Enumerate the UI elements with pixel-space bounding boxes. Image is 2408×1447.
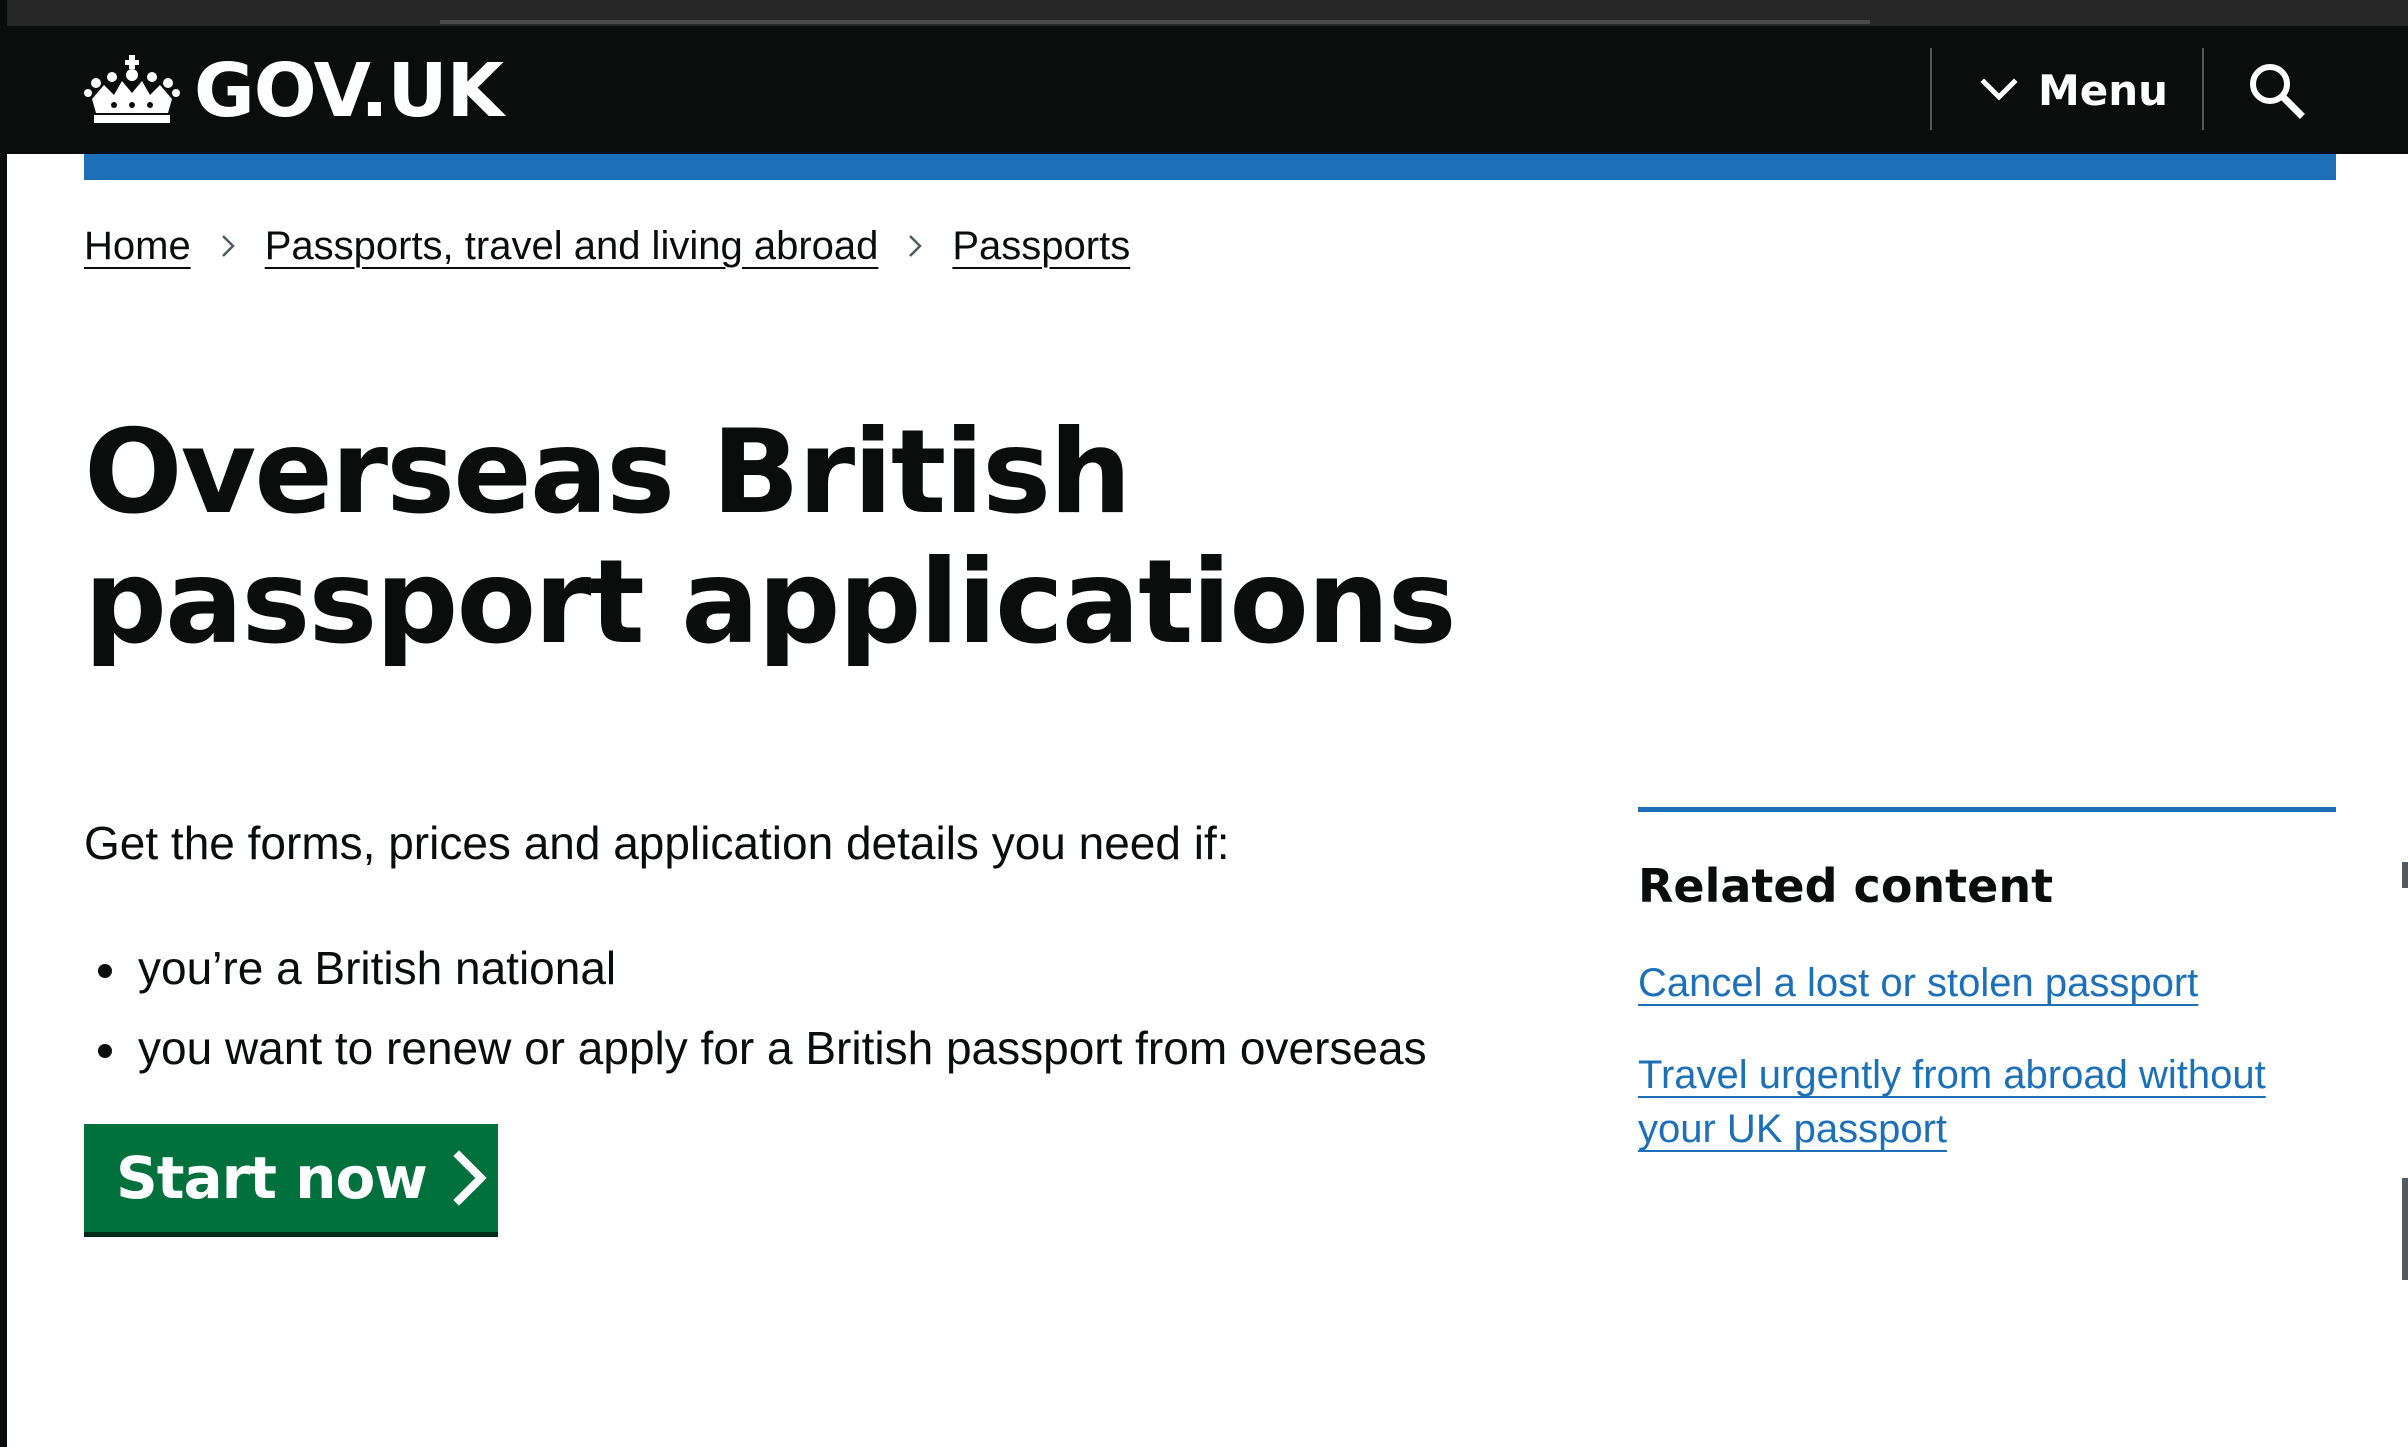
- browser-top-line: [440, 20, 1870, 24]
- search-button[interactable]: [2240, 54, 2312, 126]
- chevron-right-icon: [221, 235, 235, 257]
- menu-label: Menu: [2038, 65, 2169, 115]
- logo-text: GOV.UK: [194, 48, 504, 134]
- scrollbar-mark: [2402, 1178, 2408, 1280]
- eligibility-list: you’re a British national you want to re…: [84, 928, 1427, 1088]
- related-content-title: Related content: [1638, 859, 2054, 913]
- breadcrumb-passports-travel[interactable]: Passports, travel and living abroad: [265, 224, 879, 269]
- header-divider: [2202, 48, 2204, 130]
- search-icon: [2250, 64, 2305, 119]
- related-link-cancel-passport[interactable]: Cancel a lost or stolen passport: [1638, 961, 2198, 1005]
- start-button-label: Start now: [116, 1144, 428, 1212]
- list-item: you’re a British national: [84, 928, 1427, 1008]
- start-now-button[interactable]: Start now: [84, 1124, 498, 1232]
- page: GOV.UK Menu Home Passports, travel and l…: [0, 0, 2408, 1447]
- header-accent-bar: [84, 154, 2336, 180]
- crown-icon: [84, 55, 180, 123]
- lead-paragraph: Get the forms, prices and application de…: [84, 817, 1230, 869]
- site-header: GOV.UK Menu: [0, 26, 2408, 154]
- list-item: Cancel a lost or stolen passport: [1638, 956, 2336, 1010]
- related-link-travel-urgently[interactable]: Travel urgently from abroad without your…: [1638, 1053, 2266, 1151]
- menu-button[interactable]: Menu: [1980, 58, 2168, 122]
- chevron-right-icon: [909, 235, 923, 257]
- related-content-rule: [1638, 807, 2336, 812]
- breadcrumb-home[interactable]: Home: [84, 224, 191, 269]
- list-item: Travel urgently from abroad without your…: [1638, 1048, 2336, 1156]
- header-divider: [1930, 48, 1932, 130]
- page-title: Overseas British passport applications: [84, 405, 1457, 670]
- govuk-logo-link[interactable]: GOV.UK: [84, 46, 504, 136]
- related-links: Cancel a lost or stolen passport Travel …: [1638, 956, 2336, 1194]
- chevron-right-icon: [453, 1150, 487, 1206]
- breadcrumb: Home Passports, travel and living abroad…: [84, 218, 1130, 274]
- chevron-down-icon: [1980, 78, 2018, 101]
- window-left-edge: [0, 0, 7, 1447]
- breadcrumb-passports[interactable]: Passports: [952, 224, 1130, 269]
- list-item: you want to renew or apply for a British…: [84, 1008, 1427, 1088]
- scrollbar-mark: [2402, 862, 2408, 888]
